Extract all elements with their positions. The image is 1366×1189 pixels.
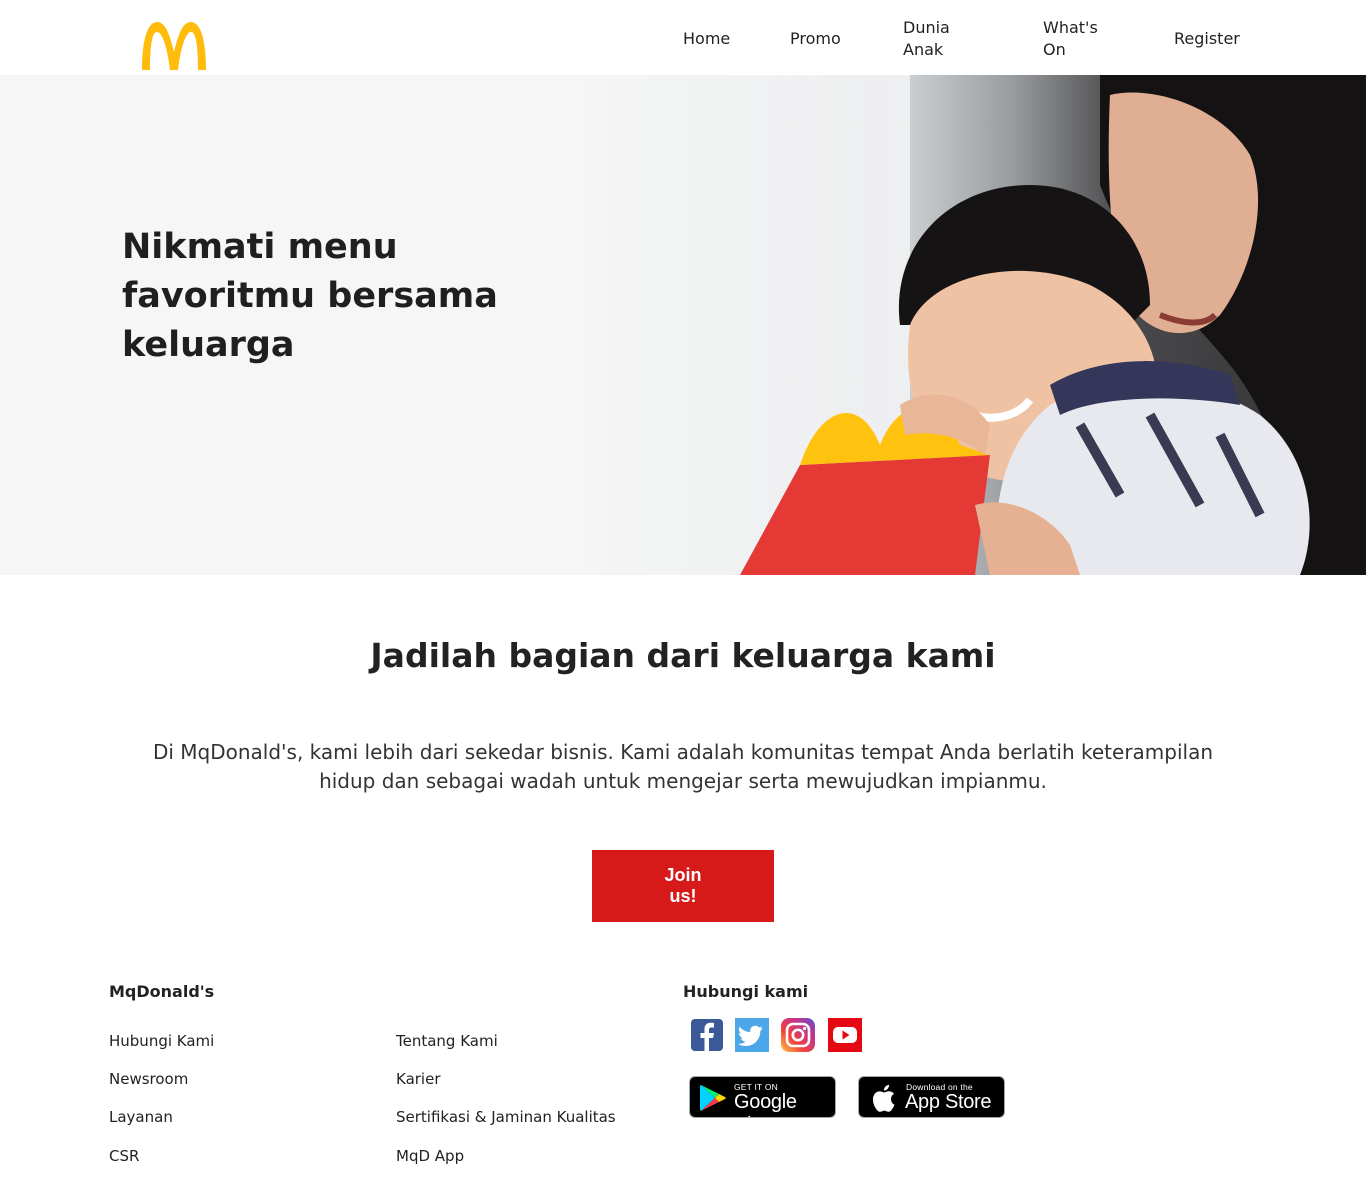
google-play-icon (700, 1085, 726, 1111)
google-play-badge[interactable]: GET IT ON Google Play (689, 1076, 836, 1118)
family-section-title: Jadilah bagian dari keluarga kami (370, 636, 996, 675)
facebook-icon[interactable] (690, 1018, 724, 1052)
site-header: Home Promo Dunia Anak What's On Register (0, 0, 1366, 75)
footer-link-layanan[interactable]: Layanan (109, 1108, 173, 1126)
footer-link-hubungi-kami[interactable]: Hubungi Kami (109, 1032, 214, 1050)
twitter-icon[interactable] (735, 1018, 769, 1052)
footer-link-mqd-app[interactable]: MqD App (396, 1147, 464, 1165)
footer-brand-heading: MqDonald's (109, 982, 215, 1001)
footer-link-sertifikasi[interactable]: Sertifikasi & Jaminan Kualitas (396, 1108, 616, 1126)
apple-icon (872, 1084, 895, 1112)
nav-promo[interactable]: Promo (790, 28, 841, 50)
youtube-icon[interactable] (828, 1018, 862, 1052)
google-play-big-text: Google Play (734, 1091, 797, 1117)
nav-whats-on[interactable]: What's On (1043, 17, 1103, 61)
footer-link-tentang-kami[interactable]: Tentang Kami (396, 1032, 498, 1050)
hero-title: Nikmati menu favoritmu bersama keluarga (122, 227, 498, 365)
mcdonalds-arches-logo[interactable] (140, 18, 208, 72)
nav-register[interactable]: Register (1174, 28, 1240, 50)
footer-link-csr[interactable]: CSR (109, 1147, 139, 1165)
app-store-badge[interactable]: Download on the App Store (858, 1076, 1005, 1118)
hero-banner: Nikmati menu favoritmu bersama keluarga (0, 75, 1366, 575)
nav-home[interactable]: Home (683, 28, 730, 50)
footer-link-newsroom[interactable]: Newsroom (109, 1070, 188, 1088)
family-section-description: Di MqDonald's, kami lebih dari sekedar b… (152, 740, 1214, 793)
app-store-big-text: App Store (905, 1091, 992, 1113)
instagram-icon[interactable] (781, 1018, 815, 1052)
nav-dunia-anak[interactable]: Dunia Anak (903, 17, 963, 61)
footer-link-karier[interactable]: Karier (396, 1070, 441, 1088)
join-us-button[interactable]: Join us! (592, 850, 774, 922)
footer-contact-heading: Hubungi kami (683, 982, 809, 1001)
